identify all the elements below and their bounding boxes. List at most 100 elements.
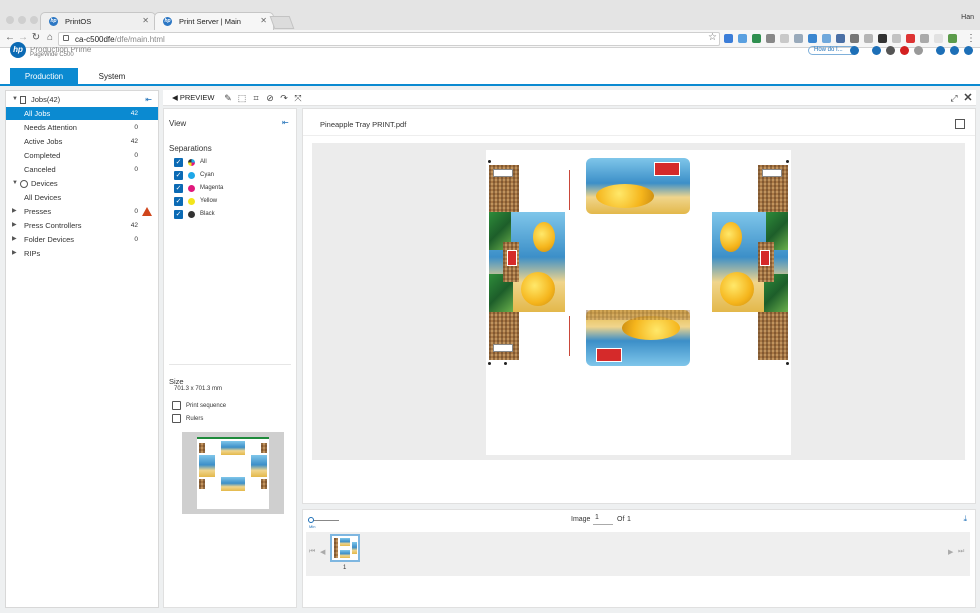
extension-icon[interactable] (850, 34, 859, 43)
image-number-input[interactable]: 1 (593, 514, 613, 525)
home-icon[interactable]: ⌂ (45, 33, 55, 43)
brand-tag-art (507, 250, 517, 266)
first-page-icon[interactable]: ⏮ (309, 548, 315, 556)
window-close-dot[interactable] (6, 16, 14, 24)
browser-tab-print-server[interactable]: hp Print Server | Main ✕ (154, 12, 274, 31)
notifications-icon[interactable] (872, 46, 881, 55)
registration-mark (504, 362, 507, 365)
sidebar-item-all-devices[interactable]: All Devices (6, 191, 158, 204)
extension-icon[interactable] (822, 34, 831, 43)
tab-system[interactable]: System (82, 68, 142, 86)
separation-cyan-checkbox[interactable]: ✓ (174, 171, 183, 180)
browser-profile-name[interactable]: Han (961, 14, 974, 21)
alerts-icon[interactable] (886, 46, 895, 55)
address-bar[interactable]: ca-c500dfe/dfe/main.html (58, 32, 720, 46)
extension-icon[interactable] (920, 34, 929, 43)
download-icon[interactable]: ⤓ (963, 514, 967, 524)
devices-header-label: Devices (31, 179, 58, 188)
url-host: ca-c500dfe (75, 35, 115, 44)
sidebar-item-completed[interactable]: Completed 0 (6, 149, 158, 162)
extension-icon[interactable] (766, 34, 775, 43)
extension-icon[interactable] (864, 34, 873, 43)
settings-icon[interactable] (950, 46, 959, 55)
expand-triangle-icon[interactable]: ▼ (12, 93, 18, 106)
extension-icon[interactable] (808, 34, 817, 43)
sidebar-item-presses[interactable]: ▶ Presses 0 (6, 205, 158, 218)
rulers-checkbox[interactable] (172, 414, 181, 423)
close-icon[interactable]: ✕ (260, 16, 267, 25)
logout-icon[interactable] (964, 46, 973, 55)
extension-icon[interactable] (752, 34, 761, 43)
extension-icon[interactable] (738, 34, 747, 43)
window-minimize-dot[interactable] (18, 16, 26, 24)
user-icon[interactable] (936, 46, 945, 55)
collapse-panel-icon[interactable]: ⇤ (282, 118, 289, 127)
eyedropper-icon[interactable]: ✎ (223, 93, 233, 103)
new-tab-button[interactable] (269, 16, 295, 29)
browser-tab-printos[interactable]: hp PrintOS ✕ (40, 12, 156, 31)
close-icon[interactable]: ✕ (963, 93, 973, 104)
extension-icon[interactable] (892, 34, 901, 43)
devices-tree-header[interactable]: ▼ Devices (6, 177, 158, 190)
tray-side-panel (489, 165, 519, 213)
expand-triangle-icon[interactable]: ▶ (12, 205, 17, 218)
extension-icon[interactable] (724, 34, 733, 43)
separation-all-label: All (200, 159, 207, 165)
zoom-slider-handle[interactable] (308, 517, 314, 523)
sidebar-item-active-jobs[interactable]: Active Jobs 42 (6, 135, 158, 148)
navigator-thumbnail[interactable] (182, 432, 284, 514)
fit-screen-icon[interactable]: ⤧ (293, 93, 303, 103)
crop-icon[interactable]: ⌗ (251, 93, 261, 103)
next-page-icon[interactable]: ▶ (948, 548, 953, 556)
expand-triangle-icon[interactable]: ▶ (12, 233, 17, 246)
expand-icon[interactable]: ⤢ (949, 93, 959, 103)
sidebar-item-folder-devices[interactable]: ▶ Folder Devices 0 (6, 233, 158, 246)
collapse-panel-icon[interactable]: ⇤ (145, 93, 152, 106)
previous-page-icon[interactable]: ◀ (320, 548, 325, 556)
separation-yellow-checkbox[interactable]: ✓ (174, 197, 183, 206)
error-count-icon[interactable] (900, 46, 909, 55)
close-icon[interactable]: ✕ (142, 16, 149, 25)
preview-back-button[interactable]: ◀ PREVIEW (172, 93, 214, 102)
sidebar-item-all-jobs[interactable]: All Jobs 42 (6, 107, 158, 120)
extension-icon[interactable] (836, 34, 845, 43)
tab-production[interactable]: Production (10, 68, 78, 86)
separation-black-checkbox[interactable]: ✓ (174, 210, 183, 219)
zoom-search-icon[interactable] (955, 119, 965, 129)
expand-triangle-icon[interactable]: ▼ (12, 177, 18, 190)
separation-all-checkbox[interactable]: ✓ (174, 158, 183, 167)
sidebar-item-canceled[interactable]: Canceled 0 (6, 163, 158, 176)
expand-triangle-icon[interactable]: ▶ (12, 219, 17, 232)
extension-icon[interactable] (948, 34, 957, 43)
browser-menu-icon[interactable]: ⋮ (966, 34, 976, 44)
extension-icon[interactable] (906, 34, 915, 43)
warning-icon (142, 207, 152, 216)
expand-triangle-icon[interactable]: ▶ (12, 247, 17, 260)
sidebar-item-count: 42 (130, 138, 138, 145)
page-thumbnail[interactable] (330, 534, 360, 562)
help-icon[interactable] (850, 46, 859, 55)
extension-icon[interactable] (934, 34, 943, 43)
separation-magenta-checkbox[interactable]: ✓ (174, 184, 183, 193)
devices-icon (20, 180, 28, 188)
last-page-icon[interactable]: ⏭ (958, 548, 964, 556)
extension-icon[interactable] (794, 34, 803, 43)
sidebar-item-press-controllers[interactable]: ▶ Press Controllers 42 (6, 219, 158, 232)
bookmark-star-icon[interactable]: ☆ (708, 32, 717, 43)
back-arrow-icon[interactable]: ← (5, 33, 15, 43)
left-sidebar: ▼ Jobs(42) ⇤ All Jobs 42 Needs Attention 0… (5, 90, 159, 608)
rotate-icon[interactable]: ↷ (279, 93, 289, 103)
sidebar-item-needs-attention[interactable]: Needs Attention 0 (6, 121, 158, 134)
print-sequence-checkbox[interactable] (172, 401, 181, 410)
window-zoom-dot[interactable] (30, 16, 38, 24)
info-icon[interactable] (914, 46, 923, 55)
measure-icon[interactable]: ⊘ (265, 93, 275, 103)
reload-icon[interactable]: ↻ (31, 33, 41, 43)
extension-icon[interactable] (878, 34, 887, 43)
sidebar-item-rips[interactable]: ▶ RIPs (6, 247, 158, 260)
jobs-tree-header[interactable]: ▼ Jobs(42) ⇤ (6, 93, 158, 106)
extension-icon[interactable] (780, 34, 789, 43)
sidebar-item-label: Canceled (24, 165, 56, 174)
page-info-icon[interactable] (63, 35, 69, 41)
select-area-icon[interactable]: ⬚ (237, 93, 247, 103)
